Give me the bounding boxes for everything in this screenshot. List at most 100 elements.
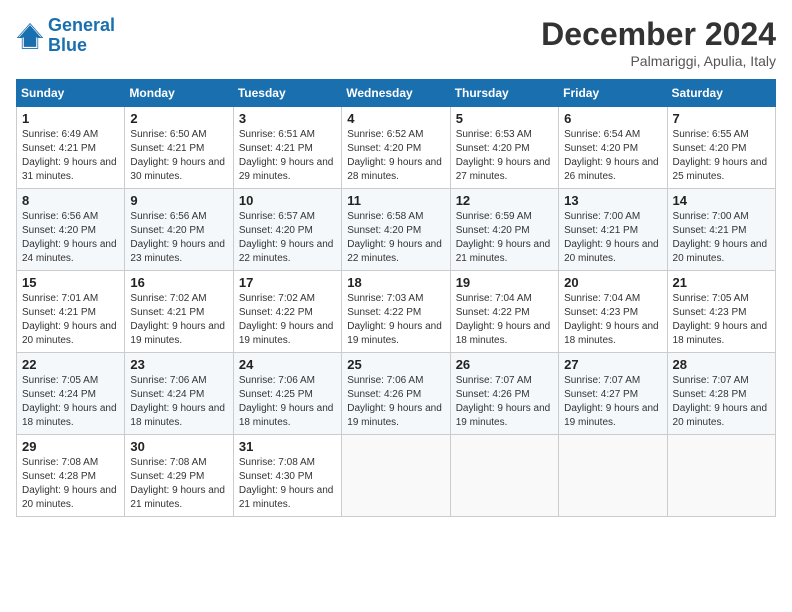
calendar-cell: 26 Sunrise: 7:07 AMSunset: 4:26 PMDayligh… — [450, 353, 558, 435]
day-number: 13 — [564, 193, 661, 208]
calendar-cell: 29 Sunrise: 7:08 AMSunset: 4:28 PMDayligh… — [17, 435, 125, 517]
calendar-cell: 7Sunrise: 6:55 AMSunset: 4:20 PMDaylight… — [667, 107, 775, 189]
day-detail: Sunrise: 7:08 AMSunset: 4:30 PMDaylight:… — [239, 456, 336, 512]
weekday-header-thursday: Thursday — [450, 80, 558, 107]
day-detail: Sunrise: 7:04 AMSunset: 4:23 PMDaylight:… — [564, 292, 661, 348]
day-number: 8 — [22, 193, 119, 208]
calendar-week-1: 1 Sunrise: 6:49 AMSunset: 4:21 PMDaylight… — [17, 107, 776, 189]
calendar-cell: 24Sunrise: 7:06 AMSunset: 4:25 PMDayligh… — [233, 353, 341, 435]
day-detail: Sunrise: 7:03 AMSunset: 4:22 PMDaylight:… — [347, 292, 444, 348]
day-number: 23 — [130, 357, 227, 372]
day-number: 9 — [130, 193, 227, 208]
day-number: 30 — [130, 439, 227, 454]
day-detail: Sunrise: 6:54 AMSunset: 4:20 PMDaylight:… — [564, 128, 661, 184]
day-number: 29 — [22, 439, 119, 454]
calendar-cell — [667, 435, 775, 517]
day-number: 15 — [22, 275, 119, 290]
day-number: 24 — [239, 357, 336, 372]
day-number: 21 — [673, 275, 770, 290]
day-detail: Sunrise: 7:07 AMSunset: 4:28 PMDaylight:… — [673, 374, 770, 430]
calendar-cell: 15 Sunrise: 7:01 AMSunset: 4:21 PMDayligh… — [17, 271, 125, 353]
calendar-week-4: 22 Sunrise: 7:05 AMSunset: 4:24 PMDayligh… — [17, 353, 776, 435]
weekday-header-sunday: Sunday — [17, 80, 125, 107]
page-header: General Blue December 2024 Palmariggi, A… — [16, 16, 776, 69]
day-detail: Sunrise: 7:07 AMSunset: 4:27 PMDaylight:… — [564, 374, 661, 430]
day-detail: Sunrise: 6:56 AMSunset: 4:20 PMDaylight:… — [22, 210, 119, 266]
day-number: 31 — [239, 439, 336, 454]
day-number: 20 — [564, 275, 661, 290]
day-detail: Sunrise: 7:00 AMSunset: 4:21 PMDaylight:… — [564, 210, 661, 266]
day-number: 12 — [456, 193, 553, 208]
logo-line2: Blue — [48, 35, 87, 55]
logo-icon — [16, 22, 44, 50]
day-detail: Sunrise: 7:02 AMSunset: 4:21 PMDaylight:… — [130, 292, 227, 348]
calendar-week-2: 8 Sunrise: 6:56 AMSunset: 4:20 PMDaylight… — [17, 189, 776, 271]
calendar-cell: 21 Sunrise: 7:05 AMSunset: 4:23 PMDayligh… — [667, 271, 775, 353]
day-detail: Sunrise: 7:00 AMSunset: 4:21 PMDaylight:… — [673, 210, 770, 266]
day-number: 11 — [347, 193, 444, 208]
calendar-cell: 13 Sunrise: 7:00 AMSunset: 4:21 PMDayligh… — [559, 189, 667, 271]
calendar-cell: 1 Sunrise: 6:49 AMSunset: 4:21 PMDaylight… — [17, 107, 125, 189]
logo-text: General Blue — [48, 16, 115, 56]
calendar-cell: 18 Sunrise: 7:03 AMSunset: 4:22 PMDayligh… — [342, 271, 450, 353]
day-detail: Sunrise: 6:49 AMSunset: 4:21 PMDaylight:… — [22, 128, 119, 184]
day-number: 28 — [673, 357, 770, 372]
calendar-week-5: 29 Sunrise: 7:08 AMSunset: 4:28 PMDayligh… — [17, 435, 776, 517]
day-detail: Sunrise: 7:02 AMSunset: 4:22 PMDaylight:… — [239, 292, 336, 348]
day-number: 19 — [456, 275, 553, 290]
calendar-cell: 14Sunrise: 7:00 AMSunset: 4:21 PMDayligh… — [667, 189, 775, 271]
calendar-cell: 2 Sunrise: 6:50 AMSunset: 4:21 PMDaylight… — [125, 107, 233, 189]
day-number: 2 — [130, 111, 227, 126]
day-number: 16 — [130, 275, 227, 290]
calendar-cell: 23 Sunrise: 7:06 AMSunset: 4:24 PMDayligh… — [125, 353, 233, 435]
calendar-week-3: 15 Sunrise: 7:01 AMSunset: 4:21 PMDayligh… — [17, 271, 776, 353]
calendar-cell: 30 Sunrise: 7:08 AMSunset: 4:29 PMDayligh… — [125, 435, 233, 517]
day-detail: Sunrise: 7:05 AMSunset: 4:23 PMDaylight:… — [673, 292, 770, 348]
day-number: 18 — [347, 275, 444, 290]
calendar-cell: 22 Sunrise: 7:05 AMSunset: 4:24 PMDayligh… — [17, 353, 125, 435]
weekday-header-row: SundayMondayTuesdayWednesdayThursdayFrid… — [17, 80, 776, 107]
day-detail: Sunrise: 7:04 AMSunset: 4:22 PMDaylight:… — [456, 292, 553, 348]
day-number: 4 — [347, 111, 444, 126]
calendar-cell: 20 Sunrise: 7:04 AMSunset: 4:23 PMDayligh… — [559, 271, 667, 353]
weekday-header-monday: Monday — [125, 80, 233, 107]
day-number: 5 — [456, 111, 553, 126]
calendar-cell: 31 Sunrise: 7:08 AMSunset: 4:30 PMDayligh… — [233, 435, 341, 517]
calendar-cell: 10Sunrise: 6:57 AMSunset: 4:20 PMDayligh… — [233, 189, 341, 271]
calendar-cell: 6 Sunrise: 6:54 AMSunset: 4:20 PMDaylight… — [559, 107, 667, 189]
weekday-header-friday: Friday — [559, 80, 667, 107]
day-detail: Sunrise: 7:06 AMSunset: 4:24 PMDaylight:… — [130, 374, 227, 430]
day-number: 26 — [456, 357, 553, 372]
day-detail: Sunrise: 7:08 AMSunset: 4:28 PMDaylight:… — [22, 456, 119, 512]
day-number: 25 — [347, 357, 444, 372]
calendar-cell: 4 Sunrise: 6:52 AMSunset: 4:20 PMDaylight… — [342, 107, 450, 189]
month-title: December 2024 — [541, 16, 776, 53]
calendar-cell: 11 Sunrise: 6:58 AMSunset: 4:20 PMDayligh… — [342, 189, 450, 271]
calendar-cell — [342, 435, 450, 517]
day-detail: Sunrise: 6:57 AMSunset: 4:20 PMDaylight:… — [239, 210, 336, 266]
logo-line1: General — [48, 15, 115, 35]
day-detail: Sunrise: 6:55 AMSunset: 4:20 PMDaylight:… — [673, 128, 770, 184]
day-detail: Sunrise: 7:07 AMSunset: 4:26 PMDaylight:… — [456, 374, 553, 430]
location: Palmariggi, Apulia, Italy — [541, 53, 776, 69]
day-detail: Sunrise: 6:56 AMSunset: 4:20 PMDaylight:… — [130, 210, 227, 266]
day-number: 1 — [22, 111, 119, 126]
day-detail: Sunrise: 6:50 AMSunset: 4:21 PMDaylight:… — [130, 128, 227, 184]
calendar-cell: 5Sunrise: 6:53 AMSunset: 4:20 PMDaylight… — [450, 107, 558, 189]
day-detail: Sunrise: 6:59 AMSunset: 4:20 PMDaylight:… — [456, 210, 553, 266]
day-detail: Sunrise: 6:52 AMSunset: 4:20 PMDaylight:… — [347, 128, 444, 184]
day-number: 6 — [564, 111, 661, 126]
day-detail: Sunrise: 7:08 AMSunset: 4:29 PMDaylight:… — [130, 456, 227, 512]
calendar-cell: 19 Sunrise: 7:04 AMSunset: 4:22 PMDayligh… — [450, 271, 558, 353]
day-number: 17 — [239, 275, 336, 290]
calendar-cell: 16 Sunrise: 7:02 AMSunset: 4:21 PMDayligh… — [125, 271, 233, 353]
day-detail: Sunrise: 7:05 AMSunset: 4:24 PMDaylight:… — [22, 374, 119, 430]
calendar-cell: 28 Sunrise: 7:07 AMSunset: 4:28 PMDayligh… — [667, 353, 775, 435]
calendar-cell: 25Sunrise: 7:06 AMSunset: 4:26 PMDayligh… — [342, 353, 450, 435]
day-detail: Sunrise: 6:58 AMSunset: 4:20 PMDaylight:… — [347, 210, 444, 266]
calendar-cell: 17 Sunrise: 7:02 AMSunset: 4:22 PMDayligh… — [233, 271, 341, 353]
calendar-cell — [559, 435, 667, 517]
day-detail: Sunrise: 7:01 AMSunset: 4:21 PMDaylight:… — [22, 292, 119, 348]
day-number: 22 — [22, 357, 119, 372]
day-detail: Sunrise: 6:51 AMSunset: 4:21 PMDaylight:… — [239, 128, 336, 184]
